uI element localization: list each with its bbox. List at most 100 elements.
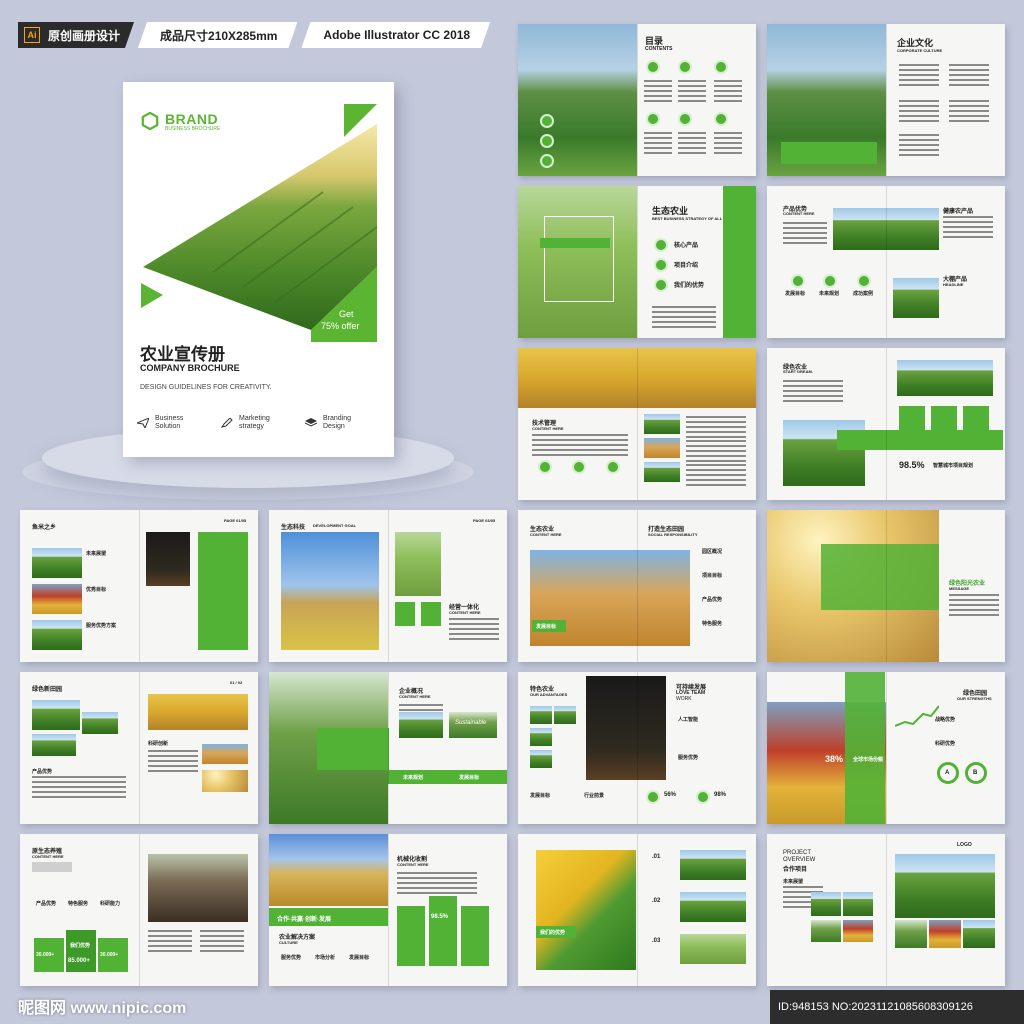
list-item: 园区概况 <box>702 549 723 555</box>
green-card <box>963 406 989 438</box>
spread-fish-rice: 鱼米之乡 未来展望 优秀目标 服务优势方案 PAGE 01/05 <box>20 510 258 662</box>
green-circle-icon <box>606 460 620 474</box>
green-circle-icon <box>696 790 710 804</box>
header-tag-design: Ai 原创画册设计 <box>18 22 134 48</box>
cover-title-english: COMPANY BROCHURE <box>140 363 240 373</box>
header-bar: Ai 原创画册设计 成品尺寸210X285mm Adobe Illustrato… <box>18 22 490 48</box>
green-square <box>421 602 441 626</box>
page-subtitle: CONTENT HERE <box>397 862 429 867</box>
page-subtitle: CONTENT HERE <box>532 426 564 431</box>
frame-box <box>544 216 614 302</box>
text-lines <box>943 216 993 238</box>
photo-sprout <box>586 676 666 780</box>
feature-label: strategy <box>239 423 264 430</box>
text-lines <box>714 80 742 102</box>
page-subtitle: CONTENTS <box>645 46 673 52</box>
text-lines <box>899 100 939 122</box>
list-item: 科研优势 <box>935 741 956 747</box>
photo-corn <box>518 348 756 408</box>
percent-value: 98.5% <box>431 914 449 920</box>
text-lines <box>783 380 843 402</box>
text-lines <box>678 80 706 102</box>
text-lines <box>532 434 628 456</box>
spread-sunlight: 绿色阳光农业 MESSAGE <box>767 510 1005 662</box>
offer-line2: 75% offer <box>321 321 360 331</box>
percent-value: 56% <box>664 792 677 798</box>
watermark-left: 昵图网 www.nipic.com <box>18 1000 187 1017</box>
photo-field <box>644 462 680 482</box>
green-circle-icon <box>678 112 692 126</box>
spread-green-agriculture: 绿色农业 START DREAM. 98.5% 智慧城市项目规划 <box>767 348 1005 500</box>
green-circle-icon <box>540 134 554 148</box>
list-item: 未来展望 <box>86 551 107 557</box>
header-tag-software: Adobe Illustrator CC 2018 <box>301 22 490 48</box>
bottom-label: 行业前景 <box>584 793 605 799</box>
title-line: PROJECT <box>783 850 812 856</box>
photo-farm <box>644 414 680 434</box>
photo-field <box>32 620 82 650</box>
text-lines <box>949 100 989 122</box>
text-lines <box>686 416 746 438</box>
watermark-id: ID:948153 NO:20231121085608309126 <box>770 990 1024 1024</box>
green-circle-icon <box>646 60 660 74</box>
photo-grapes <box>895 920 927 948</box>
green-circle-icon <box>714 60 728 74</box>
cover-feature: Marketing strategy <box>221 415 305 431</box>
photo-sky-field <box>897 360 993 396</box>
photo-field <box>843 892 873 916</box>
list-item: 产品优势 <box>32 769 53 775</box>
spread-culture: 企业文化 CORPORATE CULTURE <box>767 24 1005 176</box>
list-item: 我们的优势 <box>674 283 705 289</box>
green-column <box>845 672 885 824</box>
photo-field <box>530 706 552 724</box>
cover-guideline: DESIGN GUIDELINES FOR CREATIVITY. <box>140 384 272 391</box>
header-tag-design-label: 原创画册设计 <box>48 28 121 43</box>
percent-value: 98.5% <box>899 460 925 470</box>
brochure-cover: BRAND BUSINESS BROCHURE Get 75% offer 农业… <box>123 82 394 457</box>
caption: 智慧城市项目规划 <box>933 463 974 469</box>
spread-green-fields: 38% 全球市场份额 绿色田园 OUR STRENGTHS 战略优势 科研优势 … <box>767 672 1005 824</box>
spread-specialty: 特色农业 OUR ADVANTAGES 可持续发展 LOVE TEAM WORK… <box>518 672 756 824</box>
ring-label: B <box>973 770 978 776</box>
photo-cows-field <box>32 700 80 730</box>
text-lines <box>949 64 989 86</box>
text-lines <box>714 132 742 154</box>
page-number: PAGE 03/05 <box>473 518 496 523</box>
page-subtitle: CONTENT HERE <box>783 211 815 216</box>
spread-corn-advantages: 我们的优势 .01 .02 .03 <box>518 834 756 986</box>
green-circle-icon <box>678 60 692 74</box>
green-circle-icon <box>646 112 660 126</box>
slogan: 合作·共赢·创新·发展 <box>277 917 331 923</box>
list-item: 核心产品 <box>674 243 699 249</box>
feature-label: Design <box>323 423 345 430</box>
feature-label: Solution <box>155 423 181 430</box>
number-marker: .02 <box>652 898 661 904</box>
page-subtitle: OUR ADVANTAGES <box>530 692 568 697</box>
text-lines <box>652 306 716 328</box>
stat-box <box>66 930 96 972</box>
green-circle-icon <box>823 274 837 288</box>
list-item: 项目介绍 <box>674 263 699 269</box>
percent-value: 38% <box>825 754 844 764</box>
list-item: 优秀目标 <box>86 587 107 593</box>
stat-value: 85.000+ <box>68 958 90 964</box>
photo-mountain-field <box>281 532 379 650</box>
green-circle-icon <box>572 460 586 474</box>
green-circle-icon <box>791 274 805 288</box>
text-lines <box>148 750 198 772</box>
photo-field <box>680 934 746 964</box>
page-title: 生态科技 <box>281 525 306 531</box>
cover-title-chinese: 农业宣传册 <box>140 345 225 364</box>
green-square <box>395 602 415 626</box>
photo-field <box>554 706 576 724</box>
photo-vegetables <box>843 920 873 942</box>
green-overlay <box>821 544 939 610</box>
green-circle-icon <box>654 238 668 252</box>
label: 发展目标 <box>785 291 806 297</box>
green-bar <box>540 238 610 248</box>
feature-label: Business <box>155 415 184 422</box>
label: 发展目标 <box>459 775 480 781</box>
page-subtitle: START DREAM. <box>783 369 813 374</box>
page-subtitle: DEVELOPMENT GOAL <box>313 523 357 528</box>
number-marker: .01 <box>652 854 661 860</box>
